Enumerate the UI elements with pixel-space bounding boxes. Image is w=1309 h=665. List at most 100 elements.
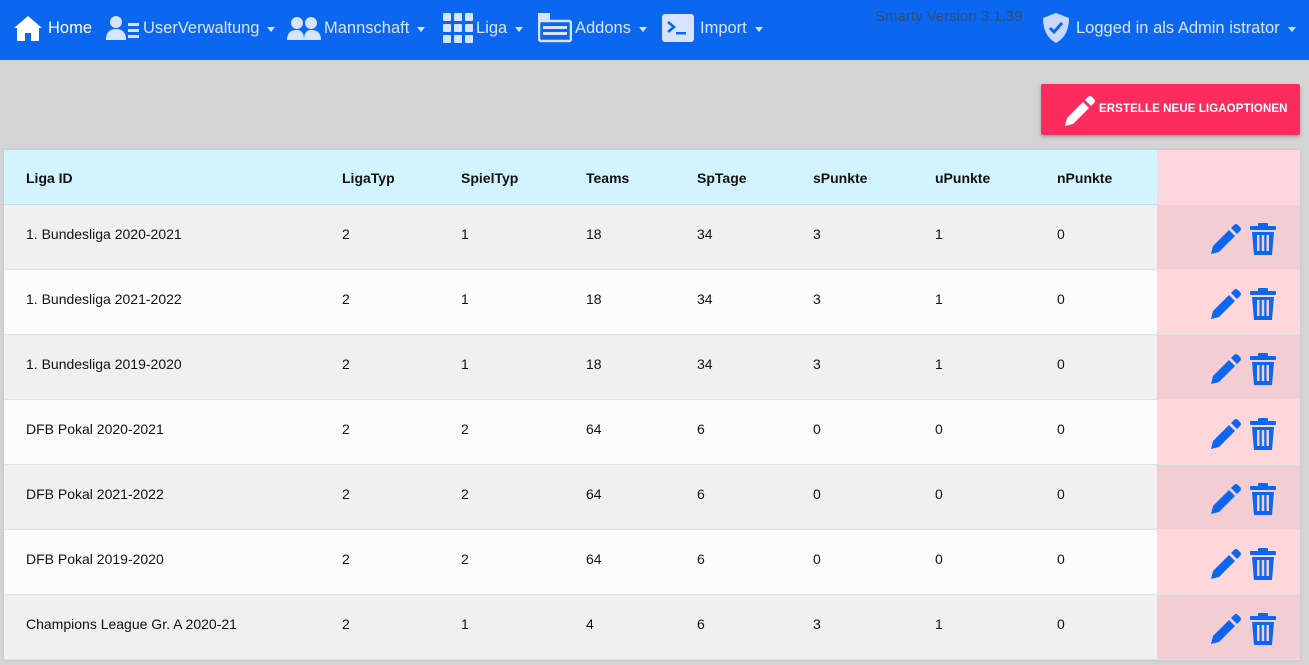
cell-spieltyp: 2: [461, 486, 469, 502]
delete-trash-icon[interactable]: [1249, 287, 1277, 326]
chevron-down-icon: [267, 26, 276, 32]
row-actions: [1157, 530, 1300, 594]
pencil-icon: [1063, 94, 1097, 131]
cell-spieltyp: 2: [461, 551, 469, 567]
cell-upunkte: 1: [935, 226, 943, 242]
header-spunkte[interactable]: sPunkte: [813, 170, 867, 186]
cell-liga-id: Champions League Gr. A 2020-21: [26, 616, 237, 632]
cell-teams: 18: [586, 291, 602, 307]
cell-npunkte: 0: [1057, 356, 1065, 372]
header-liga-id[interactable]: Liga ID: [26, 170, 73, 186]
nav-import[interactable]: Import: [662, 0, 763, 56]
cell-teams: 18: [586, 356, 602, 372]
header-teams[interactable]: Teams: [586, 170, 629, 186]
cell-upunkte: 1: [935, 356, 943, 372]
cell-teams: 64: [586, 421, 602, 437]
nav-mannschaft[interactable]: Mannschaft: [287, 0, 426, 56]
cell-npunkte: 0: [1057, 421, 1065, 437]
delete-trash-icon[interactable]: [1249, 222, 1277, 261]
cell-sptage: 34: [697, 291, 713, 307]
cell-liga-id: DFB Pokal 2020-2021: [26, 421, 164, 437]
header-spieltyp[interactable]: SpielTyp: [461, 170, 518, 186]
edit-pencil-icon[interactable]: [1209, 547, 1243, 586]
cell-spunkte: 3: [813, 291, 821, 307]
cell-teams: 64: [586, 486, 602, 502]
table-row: DFB Pokal 2019-2020 2 2 64 6 0 0 0: [4, 530, 1300, 595]
delete-trash-icon[interactable]: [1249, 612, 1277, 651]
row-actions: [1157, 400, 1300, 464]
cell-npunkte: 0: [1057, 226, 1065, 242]
edit-pencil-icon[interactable]: [1209, 482, 1243, 521]
delete-trash-icon[interactable]: [1249, 417, 1277, 456]
cell-spunkte: 3: [813, 616, 821, 632]
cell-upunkte: 0: [935, 551, 943, 567]
row-actions: [1157, 335, 1300, 399]
top-navbar: Home UserVerwaltung Mannschaft Liga Addo…: [0, 0, 1309, 60]
chevron-down-icon: [417, 26, 426, 32]
nav-import-label: Import: [700, 18, 747, 37]
edit-pencil-icon[interactable]: [1209, 222, 1243, 261]
nav-liga[interactable]: Liga: [443, 0, 524, 56]
liga-options-table: Liga ID LigaTyp SpielTyp Teams SpTage sP…: [4, 150, 1300, 660]
cell-ligatyp: 2: [342, 616, 350, 632]
cell-sptage: 34: [697, 356, 713, 372]
nav-userverwaltung[interactable]: UserVerwaltung: [106, 0, 276, 56]
cell-liga-id: DFB Pokal 2021-2022: [26, 486, 164, 502]
cell-liga-id: 1. Bundesliga 2020-2021: [26, 226, 182, 242]
nav-addons[interactable]: Addons: [538, 0, 647, 56]
nav-liga-label: Liga: [476, 18, 508, 37]
team-icon: [287, 16, 321, 40]
delete-trash-icon[interactable]: [1249, 482, 1277, 521]
header-sptage[interactable]: SpTage: [697, 170, 747, 186]
nav-mannschaft-label: Mannschaft: [324, 18, 410, 37]
header-ligatyp[interactable]: LigaTyp: [342, 170, 395, 186]
cell-sptage: 6: [697, 486, 705, 502]
create-liga-options-button[interactable]: ERSTELLE NEUE LIGAOPTIONEN: [1041, 84, 1300, 135]
cell-spieltyp: 1: [461, 616, 469, 632]
cell-liga-id: 1. Bundesliga 2019-2020: [26, 356, 182, 372]
edit-pencil-icon[interactable]: [1209, 352, 1243, 391]
cell-upunkte: 0: [935, 486, 943, 502]
edit-pencil-icon[interactable]: [1209, 287, 1243, 326]
row-actions: [1157, 270, 1300, 334]
nav-userverwaltung-label: UserVerwaltung: [143, 18, 260, 37]
cell-sptage: 6: [697, 421, 705, 437]
cell-ligatyp: 2: [342, 226, 350, 242]
nav-home[interactable]: Home: [13, 0, 92, 56]
cell-ligatyp: 2: [342, 551, 350, 567]
edit-pencil-icon[interactable]: [1209, 417, 1243, 456]
chevron-down-icon: [638, 26, 647, 32]
table-row: DFB Pokal 2021-2022 2 2 64 6 0 0 0: [4, 465, 1300, 530]
cell-spieltyp: 1: [461, 291, 469, 307]
cell-liga-id: 1. Bundesliga 2021-2022: [26, 291, 182, 307]
cell-liga-id: DFB Pokal 2019-2020: [26, 551, 164, 567]
table-row: Champions League Gr. A 2020-21 2 1 4 6 3 1 0: [4, 595, 1300, 660]
terminal-icon: [662, 14, 694, 42]
edit-pencil-icon[interactable]: [1209, 612, 1243, 651]
cell-spieltyp: 1: [461, 356, 469, 372]
cell-npunkte: 0: [1057, 551, 1065, 567]
cell-upunkte: 1: [935, 291, 943, 307]
table-row: DFB Pokal 2020-2021 2 2 64 6 0 0 0: [4, 400, 1300, 465]
cell-sptage: 34: [697, 226, 713, 242]
cell-ligatyp: 2: [342, 421, 350, 437]
cell-spunkte: 0: [813, 421, 821, 437]
cell-spunkte: 3: [813, 356, 821, 372]
create-button-label: ERSTELLE NEUE LIGAOPTIONEN: [1099, 103, 1288, 115]
addons-icon: [538, 13, 572, 43]
delete-trash-icon[interactable]: [1249, 352, 1277, 391]
header-npunkte[interactable]: nPunkte: [1057, 170, 1112, 186]
cell-ligatyp: 2: [342, 291, 350, 307]
nav-user-menu[interactable]: Logged in als Admin istrator: [1042, 0, 1296, 56]
table-row: 1. Bundesliga 2019-2020 2 1 18 34 3 1 0: [4, 335, 1300, 400]
header-upunkte[interactable]: uPunkte: [935, 170, 990, 186]
chevron-down-icon: [754, 26, 763, 32]
cell-spunkte: 0: [813, 486, 821, 502]
users-list-icon: [106, 15, 140, 41]
cell-spunkte: 0: [813, 551, 821, 567]
version-text: Smarty Version 3.1.39: [875, 8, 1023, 25]
cell-teams: 18: [586, 226, 602, 242]
cell-teams: 4: [586, 616, 594, 632]
delete-trash-icon[interactable]: [1249, 547, 1277, 586]
nav-addons-label: Addons: [575, 18, 631, 37]
